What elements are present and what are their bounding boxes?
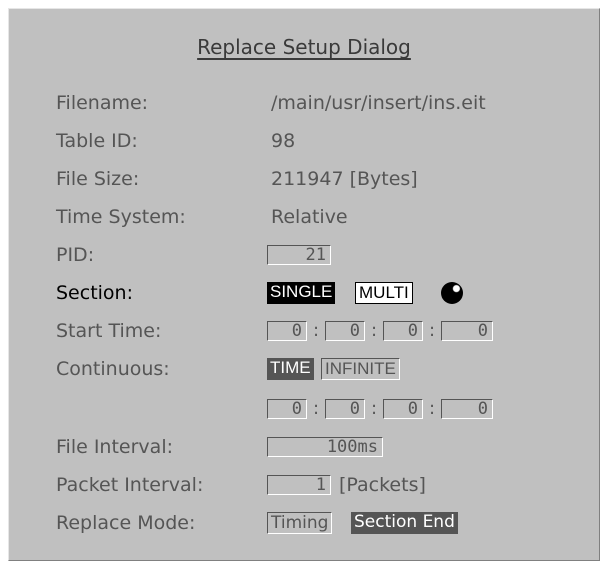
continuous-time-field-2[interactable]: 0 bbox=[325, 399, 365, 419]
table-id-value: 98 bbox=[271, 130, 296, 152]
time-system-label: Time System: bbox=[56, 206, 186, 228]
pid-input[interactable]: 21 bbox=[267, 245, 331, 265]
replace-mode-section-end-button[interactable]: Section End bbox=[351, 512, 458, 534]
packet-interval-label: Packet Interval: bbox=[56, 474, 204, 496]
start-time-field-3[interactable]: 0 bbox=[383, 321, 423, 341]
file-interval-input[interactable]: 100ms bbox=[267, 437, 383, 457]
time-separator: : bbox=[371, 398, 378, 419]
section-single-button[interactable]: SINGLE bbox=[267, 282, 336, 304]
start-time-field-4[interactable]: 0 bbox=[441, 321, 493, 341]
packet-interval-unit: [Packets] bbox=[339, 474, 426, 496]
start-time-label: Start Time: bbox=[56, 320, 162, 342]
filename-label: Filename: bbox=[56, 92, 149, 114]
file-size-label: File Size: bbox=[56, 168, 140, 190]
replace-mode-label: Replace Mode: bbox=[56, 512, 196, 534]
dialog-title: Replace Setup Dialog bbox=[197, 35, 411, 59]
start-time-field-1[interactable]: 0 bbox=[267, 321, 307, 341]
filename-value: /main/usr/insert/ins.eit bbox=[271, 92, 486, 114]
section-label: Section: bbox=[56, 282, 133, 304]
replace-mode-timing-button[interactable]: Timing bbox=[267, 512, 333, 534]
time-separator: : bbox=[429, 398, 436, 419]
time-separator: : bbox=[313, 398, 320, 419]
time-separator: : bbox=[371, 320, 378, 341]
table-id-label: Table ID: bbox=[56, 130, 138, 152]
replace-setup-dialog: Replace Setup Dialog Filename: /main/usr… bbox=[8, 8, 600, 561]
file-size-value: 211947 [Bytes] bbox=[271, 168, 418, 190]
time-system-value: Relative bbox=[271, 206, 348, 228]
continuous-time-field-3[interactable]: 0 bbox=[383, 399, 423, 419]
continuous-time-field-1[interactable]: 0 bbox=[267, 399, 307, 419]
section-multi-button[interactable]: MULTI bbox=[355, 282, 413, 304]
ball-icon bbox=[441, 282, 463, 304]
continuous-label: Continuous: bbox=[56, 358, 170, 380]
continuous-time-button[interactable]: TIME bbox=[267, 358, 314, 380]
file-interval-label: File Interval: bbox=[56, 436, 173, 458]
continuous-infinite-button[interactable]: INFINITE bbox=[321, 358, 400, 380]
time-separator: : bbox=[429, 320, 436, 341]
pid-label: PID: bbox=[56, 244, 95, 266]
start-time-field-2[interactable]: 0 bbox=[325, 321, 365, 341]
time-separator: : bbox=[313, 320, 320, 341]
packet-interval-input[interactable]: 1 bbox=[267, 475, 331, 495]
continuous-time-field-4[interactable]: 0 bbox=[441, 399, 493, 419]
